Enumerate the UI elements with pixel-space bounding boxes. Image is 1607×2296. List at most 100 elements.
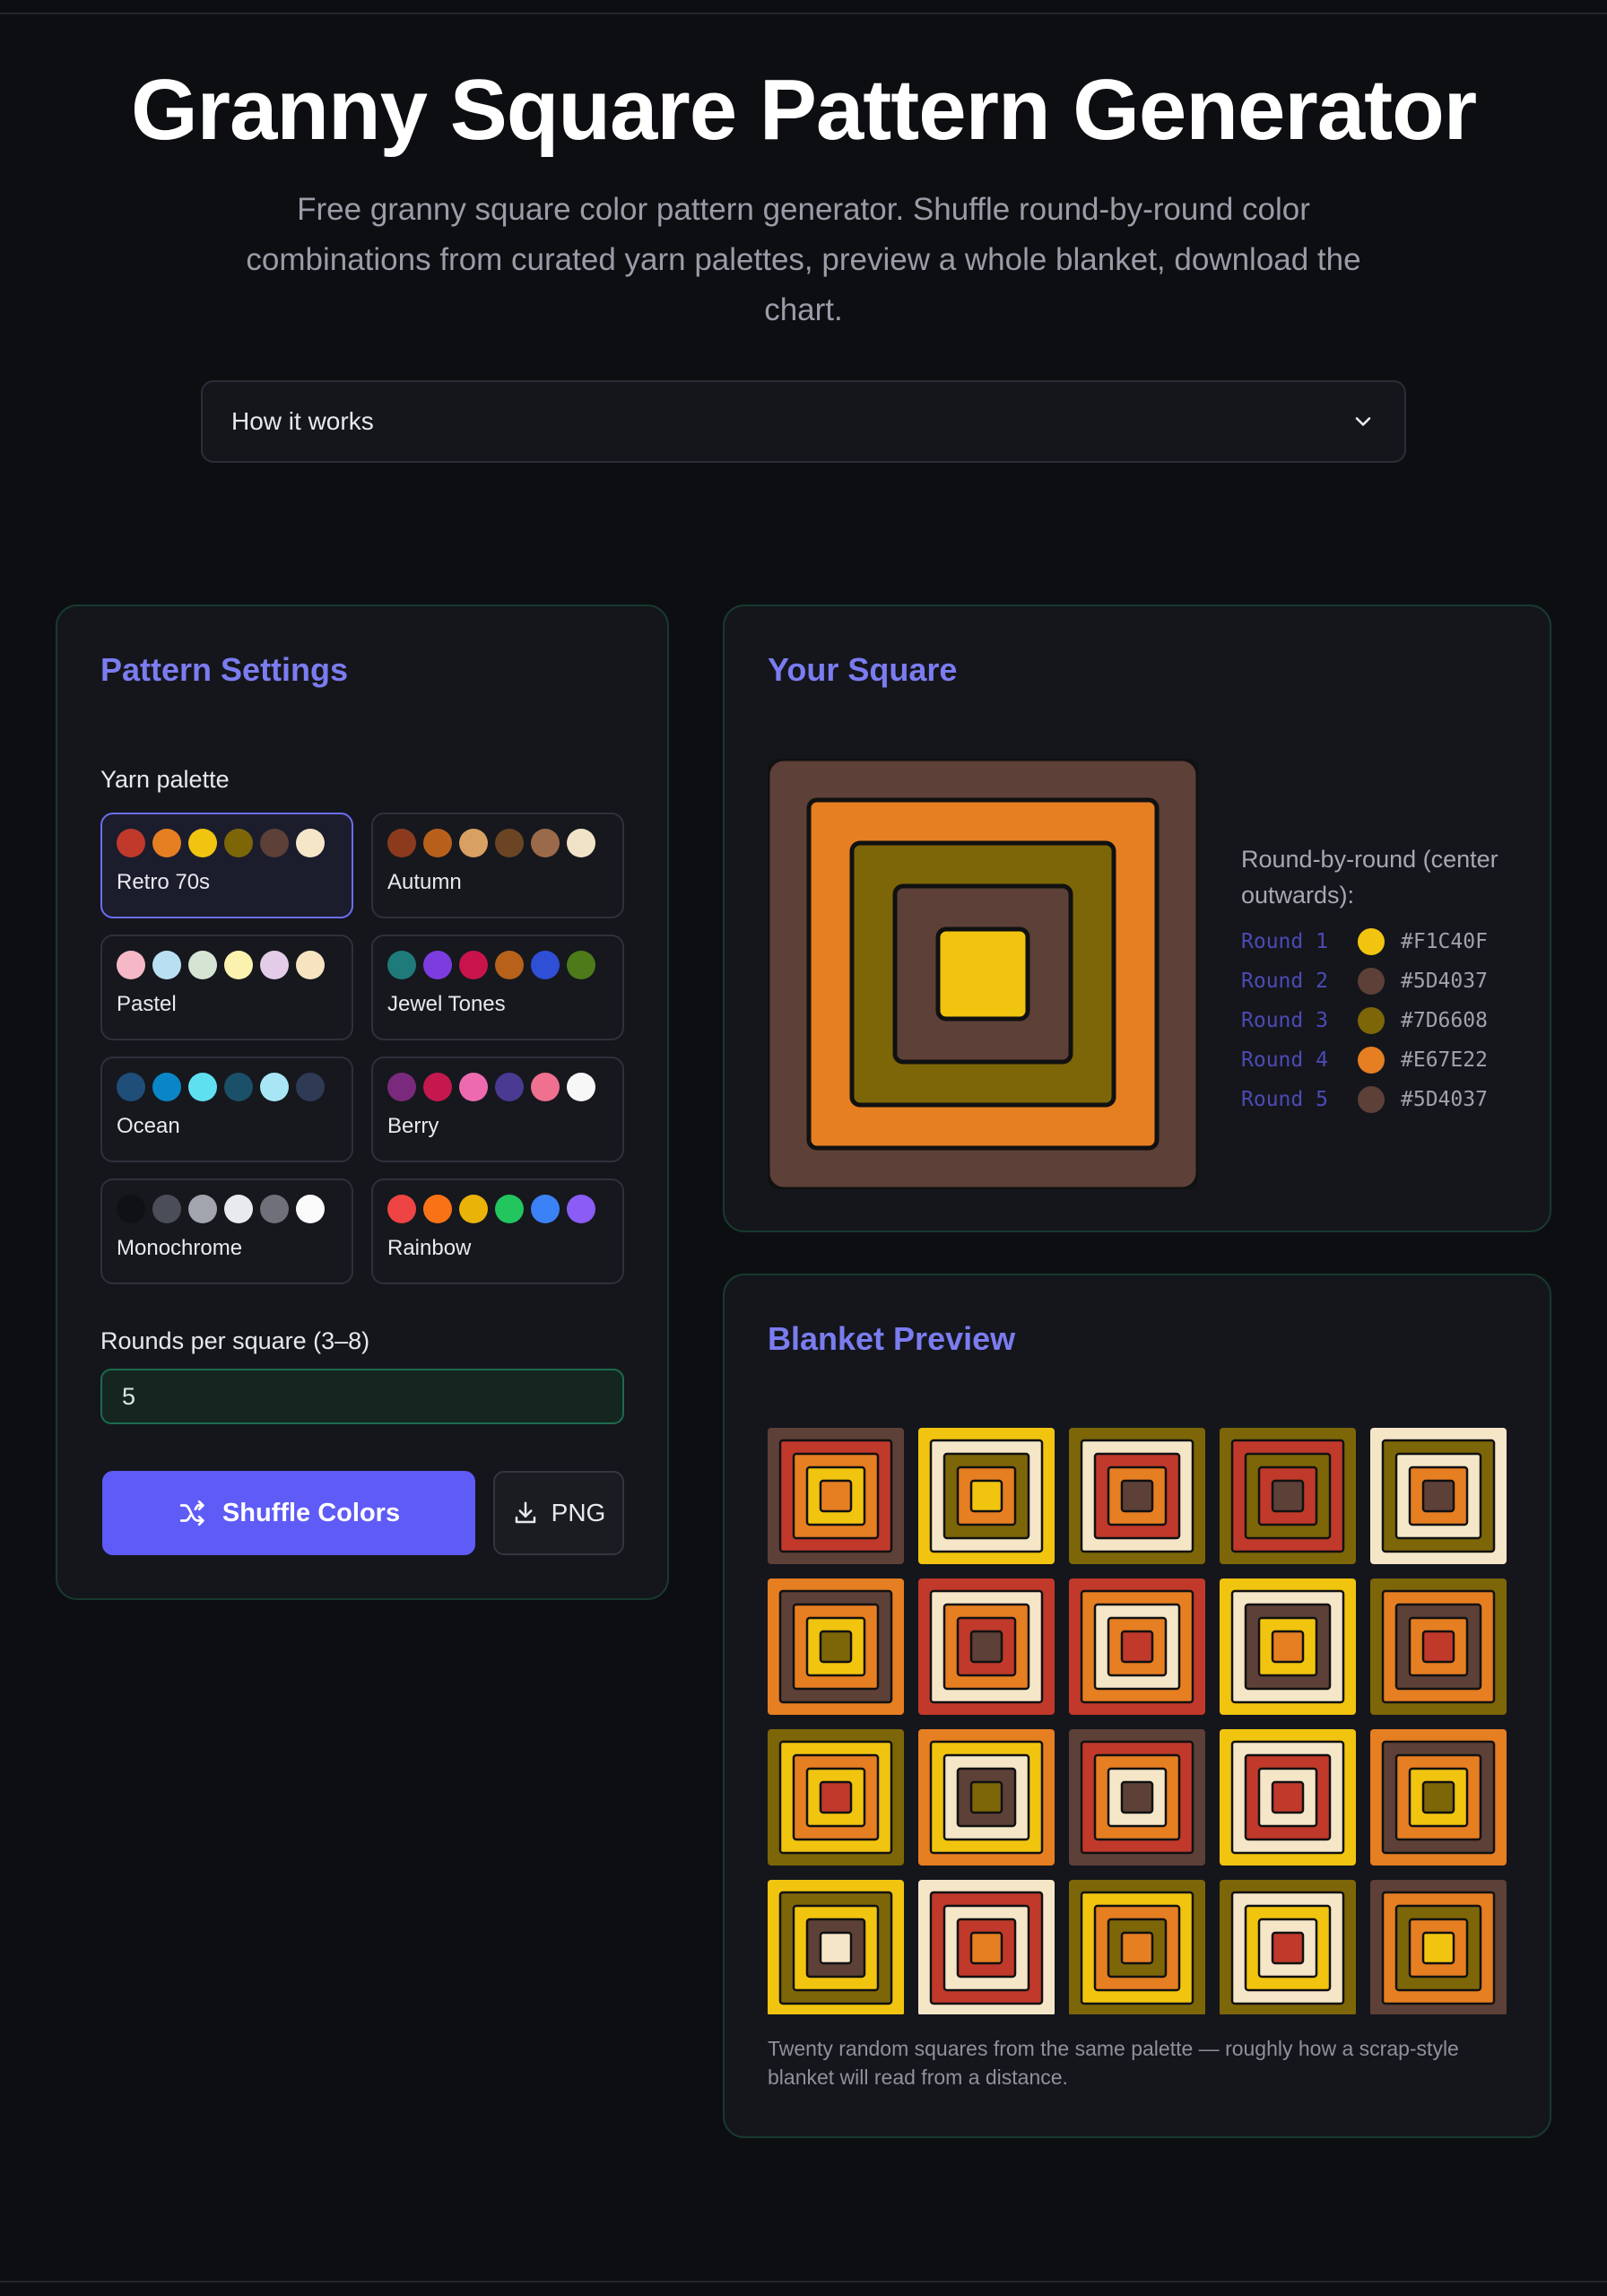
square-preview xyxy=(765,756,1201,1194)
round-label: Round 2 xyxy=(1241,970,1328,993)
color-swatch xyxy=(296,1195,325,1223)
blanket-square xyxy=(1069,1428,1205,1564)
palette-swatches xyxy=(387,1195,608,1223)
palette-option[interactable]: Pastel xyxy=(100,935,353,1040)
blanket-round xyxy=(819,1931,853,1965)
palette-option[interactable]: Jewel Tones xyxy=(371,935,624,1040)
blanket-square xyxy=(1069,1880,1205,2014)
blanket-round xyxy=(819,1780,853,1814)
palette-option[interactable]: Ocean xyxy=(100,1057,353,1162)
rounds-label: Rounds per square (3–8) xyxy=(100,1327,370,1354)
round-row: Round 5 #5D4037 xyxy=(1241,1080,1528,1119)
how-it-works-accordion[interactable]: How it works xyxy=(201,380,1406,463)
square-round xyxy=(935,926,1030,1022)
color-swatch xyxy=(224,1073,253,1101)
color-swatch xyxy=(531,1195,560,1223)
blanket-round xyxy=(1271,1479,1305,1513)
palette-swatches xyxy=(387,951,608,979)
palette-swatches xyxy=(387,1073,608,1101)
round-row: Round 4 #E67E22 xyxy=(1241,1040,1528,1080)
palette-swatches xyxy=(117,1195,337,1223)
color-swatch xyxy=(260,951,289,979)
yarn-palette-label: Yarn palette xyxy=(100,766,230,793)
blanket-square xyxy=(1370,1729,1507,1866)
round-row: Round 1 #F1C40F xyxy=(1241,922,1528,961)
color-swatch xyxy=(152,951,181,979)
palette-grid: Retro 70s Autumn Pastel Jewel Tones Ocean Ber… xyxy=(100,813,624,1284)
blanket-round xyxy=(1120,1479,1154,1513)
blanket-square xyxy=(1220,1880,1356,2014)
color-swatch xyxy=(260,829,289,857)
shuffle-icon xyxy=(179,1500,204,1526)
color-swatch xyxy=(260,1073,289,1101)
color-swatch xyxy=(495,1195,524,1223)
color-swatch xyxy=(224,1195,253,1223)
palette-option[interactable]: Autumn xyxy=(371,813,624,918)
palette-option[interactable]: Rainbow xyxy=(371,1178,624,1284)
blanket-round xyxy=(969,1630,1003,1664)
blanket-round xyxy=(969,1479,1003,1513)
blanket-square xyxy=(918,1578,1055,1715)
palette-option[interactable]: Monochrome xyxy=(100,1178,353,1284)
round-hex: #5D4037 xyxy=(1401,970,1488,993)
palette-name: Jewel Tones xyxy=(387,992,506,1016)
palette-name: Autumn xyxy=(387,870,462,894)
palette-swatches xyxy=(117,829,337,857)
palette-option[interactable]: Berry xyxy=(371,1057,624,1162)
color-swatch xyxy=(423,1073,452,1101)
color-swatch xyxy=(117,829,145,857)
color-swatch xyxy=(459,1073,488,1101)
color-swatch xyxy=(188,829,217,857)
blanket-square xyxy=(1220,1578,1356,1715)
blanket-square xyxy=(1220,1428,1356,1564)
color-swatch xyxy=(152,829,181,857)
page-title: Granny Square Pattern Generator xyxy=(130,62,1477,158)
color-swatch xyxy=(531,829,560,857)
color-swatch xyxy=(224,951,253,979)
pattern-settings-heading: Pattern Settings xyxy=(100,651,349,688)
download-png-button[interactable]: PNG xyxy=(493,1471,624,1555)
download-png-label: PNG xyxy=(551,1499,606,1526)
color-swatch xyxy=(117,1073,145,1101)
bottom-divider xyxy=(0,2281,1607,2283)
blanket-grid xyxy=(768,1428,1507,2014)
color-swatch xyxy=(459,829,488,857)
palette-swatches xyxy=(387,829,608,857)
blanket-square xyxy=(768,1578,904,1715)
round-row: Round 3 #7D6608 xyxy=(1241,1001,1528,1040)
pattern-settings-card: Pattern Settings Yarn palette Retro 70s A… xyxy=(56,604,669,1600)
color-swatch xyxy=(531,951,560,979)
blanket-square xyxy=(1069,1729,1205,1866)
color-swatch xyxy=(387,1073,416,1101)
color-swatch xyxy=(567,1073,595,1101)
round-list: Round 1 #F1C40F Round 2 #5D4037 Round 3 #7D66… xyxy=(1241,922,1528,1119)
color-swatch xyxy=(495,951,524,979)
blanket-round xyxy=(819,1479,853,1513)
color-swatch xyxy=(423,829,452,857)
blanket-square xyxy=(1220,1729,1356,1866)
blanket-round xyxy=(1120,1630,1154,1664)
palette-name: Pastel xyxy=(117,992,177,1016)
round-hex: #7D6608 xyxy=(1401,1009,1488,1032)
blanket-square xyxy=(1370,1578,1507,1715)
color-swatch xyxy=(495,829,524,857)
palette-option[interactable]: Retro 70s xyxy=(100,813,353,918)
rounds-input[interactable] xyxy=(100,1369,624,1424)
round-color-swatch xyxy=(1358,1047,1385,1074)
color-swatch xyxy=(459,1195,488,1223)
blanket-round xyxy=(1271,1780,1305,1814)
page-subtitle: Free granny square color pattern generat… xyxy=(246,192,1361,327)
blanket-round xyxy=(819,1630,853,1664)
round-hex: #F1C40F xyxy=(1401,930,1488,953)
color-swatch xyxy=(567,1195,595,1223)
round-color-swatch xyxy=(1358,928,1385,955)
color-swatch xyxy=(152,1195,181,1223)
color-swatch xyxy=(567,951,595,979)
palette-name: Rainbow xyxy=(387,1236,472,1260)
round-color-swatch xyxy=(1358,968,1385,995)
shuffle-colors-button[interactable]: Shuffle Colors xyxy=(102,1471,475,1555)
top-divider xyxy=(0,13,1607,14)
your-square-card: Your Square Round-by-round (center outwa… xyxy=(723,604,1551,1232)
round-by-round-title: Round-by-round (center outwards): xyxy=(1241,846,1498,909)
blanket-preview-card: Blanket Preview Twenty random squares fr… xyxy=(723,1274,1551,2138)
